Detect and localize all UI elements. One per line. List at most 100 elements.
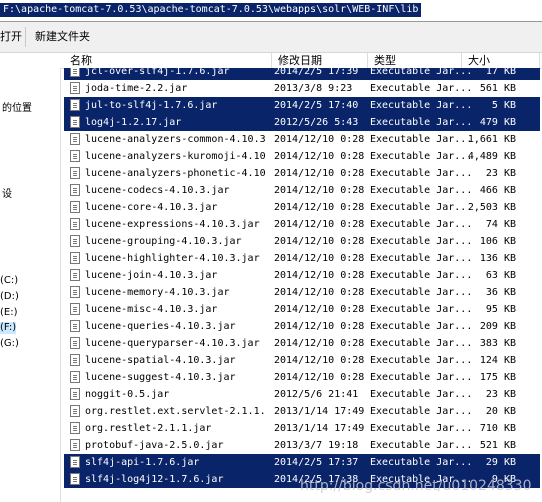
file-name: lucene-analyzers-common-4.10.3.jar — [85, 134, 265, 145]
file-row[interactable]: protobuf-java-2.5.0.jar 2013/3/7 19:18 Exe… — [64, 437, 540, 454]
file-date: 2014/12/10 0:28 — [274, 151, 365, 162]
file-row[interactable]: lucene-analyzers-common-4.10.3.jar 2014/1… — [64, 131, 540, 148]
jar-file-icon — [70, 320, 80, 332]
file-type: Executable Jar... — [370, 440, 473, 451]
file-row[interactable]: lucene-analyzers-phonetic-4.10.3.jar 2014… — [64, 165, 540, 182]
file-row[interactable]: slf4j-log4j12-1.7.6.jar 2014/2/5 17:38 Exe… — [64, 471, 540, 488]
file-size: 521 KB — [479, 440, 516, 451]
file-row[interactable]: lucene-spatial-4.10.3.jar 2014/12/10 0:28… — [64, 352, 540, 369]
file-size: 4,489 KB — [467, 151, 516, 162]
toolbar-separator — [25, 27, 26, 47]
jar-file-icon — [70, 439, 80, 451]
file-row[interactable]: lucene-misc-4.10.3.jar 2014/12/10 0:28 Exe… — [64, 301, 540, 318]
file-type: Executable Jar... — [370, 321, 473, 332]
file-name: jcl-over-slf4j-1.7.6.jar — [85, 68, 230, 77]
file-row[interactable]: org.restlet-2.1.1.jar 2013/1/14 17:49 Exec… — [64, 420, 540, 437]
jar-file-icon — [70, 371, 80, 383]
nav-item[interactable]: 的位置 — [2, 103, 32, 115]
column-header-name[interactable]: 名称 — [64, 53, 272, 68]
nav-item[interactable]: (F:) — [0, 322, 17, 334]
file-size: 5 KB — [491, 100, 516, 111]
jar-file-icon — [70, 422, 80, 434]
column-header-size[interactable]: 大小 — [462, 53, 540, 68]
jar-file-icon — [70, 456, 80, 468]
file-name: lucene-grouping-4.10.3.jar — [85, 236, 242, 247]
file-row[interactable]: lucene-queryparser-4.10.3.jar 2014/12/10 … — [64, 335, 540, 352]
file-row[interactable]: org.restlet.ext.servlet-2.1.1.jar 2013/1/… — [64, 403, 540, 420]
file-size: 383 KB — [479, 338, 516, 349]
file-row[interactable]: lucene-join-4.10.3.jar 2014/12/10 0:28 Exe… — [64, 267, 540, 284]
file-row[interactable]: log4j-1.2.17.jar 2012/5/26 5:43 Executable… — [64, 114, 540, 131]
file-name: lucene-codecs-4.10.3.jar — [85, 185, 230, 196]
file-name: noggit-0.5.jar — [85, 389, 170, 400]
file-row[interactable]: slf4j-api-1.7.6.jar 2014/2/5 17:37 Executa… — [64, 454, 540, 471]
file-row[interactable]: lucene-analyzers-kuromoji-4.10.3.jar 2014… — [64, 148, 540, 165]
file-type: Executable Jar... — [370, 202, 473, 213]
file-date: 2014/12/10 0:28 — [274, 236, 365, 247]
file-type: Executable Jar... — [370, 423, 473, 434]
file-row[interactable]: lucene-core-4.10.3.jar 2014/12/10 0:28 Exe… — [64, 199, 540, 216]
file-row[interactable]: jcl-over-slf4j-1.7.6.jar 2014/2/5 17:39 Ex… — [64, 68, 540, 80]
file-size: 106 KB — [479, 236, 516, 247]
jar-file-icon — [70, 68, 80, 77]
jar-file-icon — [70, 82, 80, 94]
new-folder-button[interactable]: 新建文件夹 — [35, 29, 90, 45]
jar-file-icon — [70, 252, 80, 264]
file-list: jcl-over-slf4j-1.7.6.jar 2014/2/5 17:39 Ex… — [60, 68, 542, 502]
file-row[interactable]: lucene-codecs-4.10.3.jar 2014/12/10 0:28 E… — [64, 182, 540, 199]
file-row[interactable]: joda-time-2.2.jar 2013/3/8 9:23 Executable… — [64, 80, 540, 97]
file-size: 29 KB — [485, 457, 516, 468]
column-header-type[interactable]: 类型 — [368, 53, 462, 68]
file-date: 2014/12/10 0:28 — [274, 355, 365, 366]
nav-item[interactable]: 设 — [2, 189, 12, 201]
file-row[interactable]: lucene-queries-4.10.3.jar 2014/12/10 0:28… — [64, 318, 540, 335]
file-name: org.restlet-2.1.1.jar — [85, 423, 212, 434]
file-date: 2014/12/10 0:28 — [274, 287, 365, 298]
nav-item[interactable]: (C:) — [0, 275, 18, 287]
file-size: 1,661 KB — [467, 134, 516, 145]
column-header-date[interactable]: 修改日期 — [272, 53, 368, 68]
file-type: Executable Jar... — [370, 68, 473, 77]
file-name: lucene-expressions-4.10.3.jar — [85, 219, 260, 230]
file-row[interactable]: lucene-expressions-4.10.3.jar 2014/12/10 … — [64, 216, 540, 233]
file-date: 2014/12/10 0:28 — [274, 253, 365, 264]
file-size: 561 KB — [479, 83, 516, 94]
jar-file-icon — [70, 473, 80, 485]
file-name: lucene-misc-4.10.3.jar — [85, 304, 218, 315]
navigation-pane: 的位置设 (C:) (D:) (E:) (F:) (G:) — [0, 53, 61, 502]
nav-item[interactable]: (D:) — [0, 291, 19, 303]
file-row[interactable]: lucene-memory-4.10.3.jar 2014/12/10 0:28 E… — [64, 284, 540, 301]
file-date: 2013/1/14 17:49 — [274, 406, 365, 417]
address-bar[interactable]: F:\apache-tomcat-7.0.53\apache-tomcat-7.… — [0, 0, 542, 22]
jar-file-icon — [70, 269, 80, 281]
nav-item[interactable]: (G:) — [0, 338, 19, 350]
file-name: protobuf-java-2.5.0.jar — [85, 440, 224, 451]
nav-item[interactable]: (E:) — [0, 307, 18, 319]
file-type: Executable Jar... — [370, 287, 473, 298]
file-name: lucene-spatial-4.10.3.jar — [85, 355, 236, 366]
jar-file-icon — [70, 405, 80, 417]
jar-file-icon — [70, 116, 80, 128]
file-row[interactable]: lucene-suggest-4.10.3.jar 2014/12/10 0:28… — [64, 369, 540, 386]
file-type: Executable Jar... — [370, 168, 473, 179]
file-name: joda-time-2.2.jar — [85, 83, 188, 94]
file-name: lucene-suggest-4.10.3.jar — [85, 372, 236, 383]
address-path[interactable]: F:\apache-tomcat-7.0.53\apache-tomcat-7.… — [0, 3, 422, 17]
file-row[interactable]: jul-to-slf4j-1.7.6.jar 2014/2/5 17:40 Exec… — [64, 97, 540, 114]
file-row[interactable]: lucene-grouping-4.10.3.jar 2014/12/10 0:2… — [64, 233, 540, 250]
file-type: Executable Jar... — [370, 253, 473, 264]
file-name: lucene-core-4.10.3.jar — [85, 202, 218, 213]
open-button[interactable]: 打开 — [0, 29, 22, 45]
file-name: jul-to-slf4j-1.7.6.jar — [85, 100, 218, 111]
file-date: 2014/12/10 0:28 — [274, 219, 365, 230]
file-name: lucene-analyzers-phonetic-4.10.3.jar — [85, 168, 265, 179]
file-size: 9 KB — [491, 474, 516, 485]
file-date: 2012/5/26 5:43 — [274, 117, 359, 128]
file-type: Executable Jar... — [370, 236, 473, 247]
file-type: Executable Jar... — [370, 406, 473, 417]
file-type: Executable Jar... — [370, 270, 473, 281]
file-row[interactable]: noggit-0.5.jar 2012/5/6 21:41 Executable J… — [64, 386, 540, 403]
file-size: 74 KB — [485, 219, 516, 230]
file-size: 466 KB — [479, 185, 516, 196]
file-row[interactable]: lucene-highlighter-4.10.3.jar 2014/12/10 … — [64, 250, 540, 267]
